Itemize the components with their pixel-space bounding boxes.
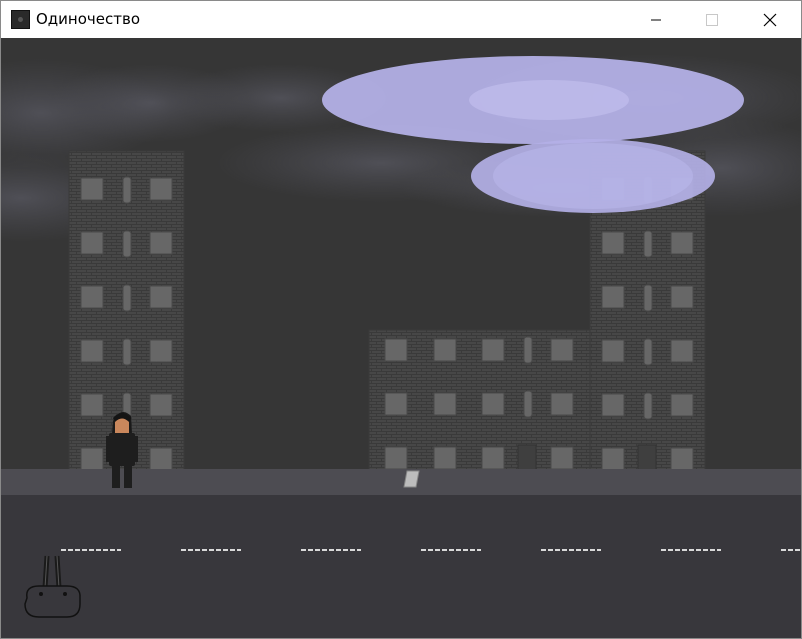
close-icon (763, 13, 777, 26)
game-window: Одиночество (0, 0, 802, 639)
sidewalk (1, 469, 801, 495)
building-middle (368, 329, 592, 472)
title-bar[interactable]: Одиночество (1, 1, 801, 38)
minimize-icon (651, 19, 661, 20)
paper-item[interactable] (403, 470, 420, 488)
app-icon (11, 10, 30, 29)
maximize-button[interactable] (689, 1, 735, 38)
game-scene (1, 38, 801, 638)
close-button[interactable] (747, 1, 793, 38)
road (1, 495, 801, 638)
maximize-icon (706, 13, 718, 26)
window-title: Одиночество (36, 10, 141, 28)
minimize-button[interactable] (633, 1, 679, 38)
game-canvas[interactable] (1, 38, 801, 638)
